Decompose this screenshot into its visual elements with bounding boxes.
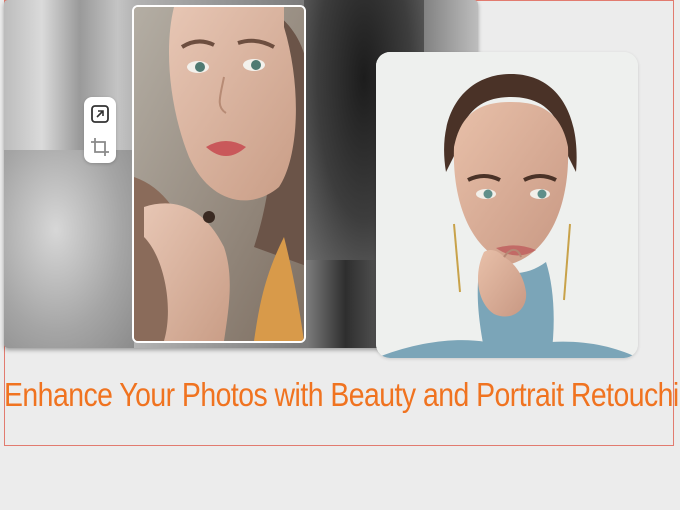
crop-tool-button[interactable] bbox=[88, 135, 112, 159]
expand-icon bbox=[91, 104, 109, 123]
editor-toolbar bbox=[84, 97, 116, 163]
portrait-illustration-right bbox=[376, 52, 638, 358]
crop-icon bbox=[91, 137, 109, 156]
expand-tool-button[interactable] bbox=[88, 102, 112, 126]
crop-selection-photo[interactable] bbox=[132, 5, 306, 343]
portrait-photo-card bbox=[376, 52, 638, 358]
background-blur-left bbox=[4, 150, 134, 348]
portrait-illustration-left bbox=[134, 7, 304, 341]
headline-text: Enhance Your Photos with Beauty and Port… bbox=[4, 376, 680, 413]
ad-canvas: Enhance Your Photos with Beauty and Port… bbox=[0, 0, 680, 510]
